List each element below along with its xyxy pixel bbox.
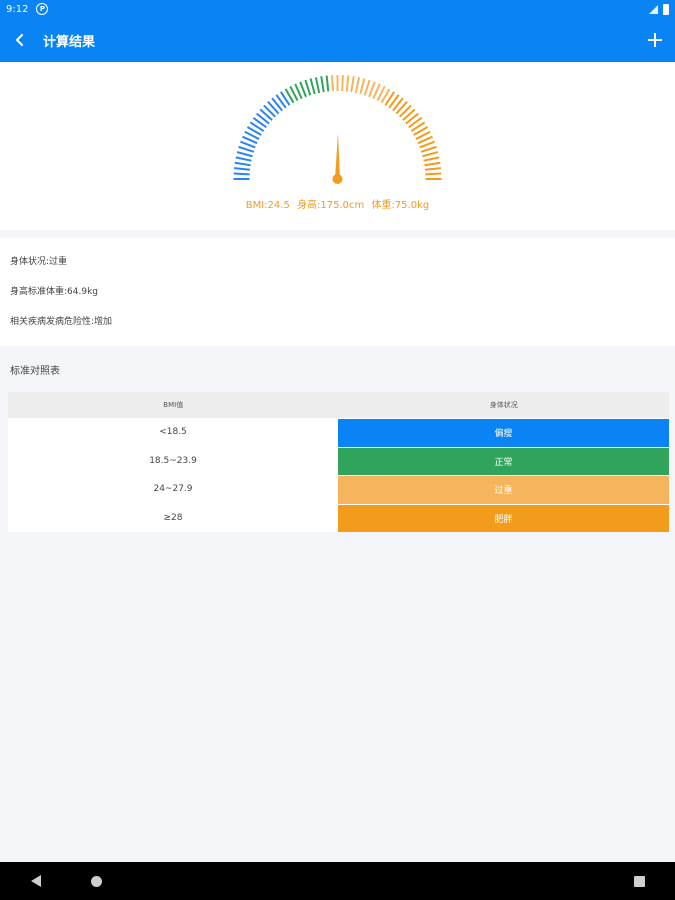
page-title: 计算结果	[43, 34, 96, 50]
gauge-tick	[304, 79, 312, 96]
square-recents-icon[interactable]	[634, 876, 645, 887]
weight-value: 体重:75.0kg	[371, 200, 430, 211]
status-bar: 9:12 P	[0, 0, 675, 18]
plus-icon	[648, 33, 662, 47]
section-title: 标准对照表	[10, 366, 60, 377]
table-row: 24~27.9 过重	[8, 475, 669, 504]
gauge-tick	[233, 172, 250, 176]
gauge-tick	[359, 78, 366, 95]
gauge-tick	[299, 81, 307, 98]
cell-status: 偏瘦	[338, 418, 669, 447]
gauge-tick	[234, 161, 251, 167]
bmi-value: BMI:24.5	[245, 200, 290, 211]
table-row: 18.5~23.9 正常	[8, 446, 669, 475]
header-bmi: BMI值	[163, 401, 184, 409]
battery-icon	[663, 3, 669, 15]
gauge-tick	[238, 145, 255, 153]
standard-weight: 身高标准体重:64.9kg	[10, 287, 98, 297]
p-circle-icon: P	[36, 3, 49, 15]
gauge-needle	[335, 133, 340, 179]
cell-range: 24~27.9	[8, 475, 338, 504]
disease-risk: 相关疾病发病危险性:增加	[10, 317, 113, 327]
bmi-gauge	[233, 75, 442, 184]
circle-home-icon[interactable]	[91, 876, 102, 887]
gauge-tick	[423, 156, 440, 162]
gauge-tick	[331, 75, 334, 92]
gauge-tick	[236, 151, 253, 158]
gauge-tick	[368, 81, 376, 98]
add-button[interactable]	[635, 18, 675, 62]
gauge-tick	[350, 76, 355, 93]
gauge-tick	[419, 140, 435, 149]
table-header: BMI值 身体状况	[8, 392, 669, 418]
gauge-tick	[235, 156, 252, 162]
table-row: <18.5 偏瘦	[8, 418, 669, 447]
body-status: 身体状况:过重	[10, 257, 68, 267]
gauge-tick	[341, 75, 344, 92]
app-bar: 计算结果	[0, 18, 675, 62]
system-nav-bar	[0, 862, 675, 900]
bmi-gauge-card: BMI:24.5 身高:175.0cm 体重:75.0kg	[0, 62, 675, 230]
header-status: 身体状况	[489, 401, 518, 409]
bmi-reference-table: BMI值 身体状况 <18.5 偏瘦 18.5~23.9 正常 24~27.9 …	[8, 392, 669, 532]
back-button[interactable]	[0, 18, 40, 62]
cell-range: 18.5~23.9	[8, 446, 338, 475]
gauge-tick	[320, 76, 325, 93]
table-row: ≥28 肥胖	[8, 503, 669, 532]
status-icons	[649, 3, 669, 15]
gauge-tick	[233, 167, 251, 171]
result-info-card: 身体状况:过重 身高标准体重:64.9kg 相关疾病发病危险性:增加	[0, 238, 675, 346]
gauge-caption: BMI:24.5 身高:175.0cm 体重:75.0kg	[0, 196, 675, 211]
cell-status: 肥胖	[338, 503, 669, 532]
gauge-tick	[240, 140, 256, 149]
status-time: 9:12	[6, 3, 29, 15]
gauge-tick	[425, 172, 442, 176]
triangle-back-icon[interactable]	[31, 875, 41, 887]
cell-status: 过重	[338, 475, 669, 504]
gauge-tick	[345, 75, 350, 92]
signal-icon	[649, 4, 658, 14]
gauge-tick	[309, 78, 316, 95]
chevron-left-icon	[16, 34, 23, 46]
cell-range: <18.5	[8, 418, 338, 447]
gauge-tick	[314, 77, 321, 94]
gauge-tick	[424, 167, 442, 171]
gauge-tick	[325, 75, 330, 92]
gauge-tick	[422, 151, 439, 158]
gauge-tick	[424, 161, 441, 167]
gauge-hub	[332, 174, 343, 184]
gauge-tick	[354, 77, 361, 94]
cell-status: 正常	[338, 446, 669, 475]
height-value: 身高:175.0cm	[297, 200, 365, 211]
gauge-tick	[420, 145, 437, 153]
cell-range: ≥28	[8, 503, 338, 532]
gauge-tick	[363, 79, 371, 96]
